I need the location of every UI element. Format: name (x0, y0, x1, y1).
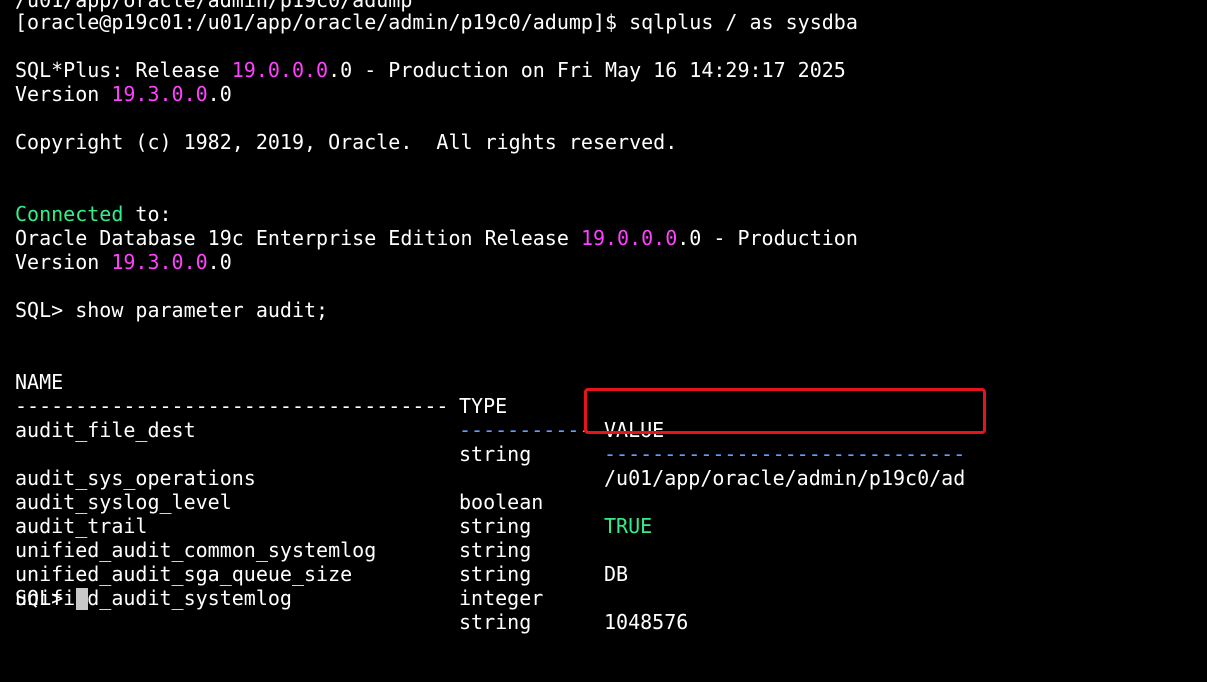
param-type: string (459, 514, 532, 538)
result-separator-row: ------------------------------------ ---… (15, 370, 965, 466)
terminal-window[interactable]: /u01/app/oracle/admin/p19c0/ad ump [oracl… (0, 0, 1207, 634)
param-value: /u01/app/oracle/admin/p19c0/ad (604, 466, 966, 490)
connected-keyword: Connected (15, 202, 124, 226)
connected-rest: to: (123, 202, 172, 226)
param-value: 1048576 (604, 610, 689, 634)
database-edition-line: Oracle Database 19c Enterprise Edition R… (15, 226, 858, 250)
db-release-number: 19.0.0.0 (580, 226, 678, 250)
param-type: integer (459, 586, 544, 610)
banner-suffix: .0 - Production on Fri May 16 14:29:17 2… (328, 58, 846, 82)
version-label: Version (15, 82, 112, 106)
sqlplus-banner: SQL*Plus: Release 19.0.0.0.0 - Productio… (15, 58, 846, 82)
separator-type: ----------- (459, 418, 592, 442)
header-type: TYPE (459, 394, 508, 418)
connected-line: Connected to: (15, 202, 172, 226)
banner-text: SQL*Plus: Release (15, 58, 232, 82)
param-value: TRUE (604, 514, 653, 538)
db-text: Oracle Database 19c Enterprise Edition R… (15, 226, 581, 250)
text-cursor[interactable] (76, 587, 89, 610)
database-version-line: Version 19.3.0.0.0 (15, 250, 232, 274)
table-row: unified_audit_systemlog string (15, 562, 531, 634)
separator-value: ------------------------------ (604, 442, 966, 466)
db-version-suffix: .0 (207, 250, 232, 274)
separator-name: ------------------------------------ (15, 394, 449, 418)
table-row: audit_sys_operations boolean TRUE (15, 442, 652, 538)
sql-prompt-line[interactable]: SQL> (15, 586, 89, 610)
sqlplus-version: Version 19.3.0.0.0 (15, 82, 232, 106)
table-row: audit_trail string DB (15, 490, 628, 586)
annotation-highlight-box (584, 388, 986, 434)
param-type: string (459, 610, 532, 634)
version-suffix: .0 (207, 82, 232, 106)
copyright-line: Copyright (c) 1982, 2019, Oracle. All ri… (15, 130, 678, 154)
table-row: audit_syslog_level string (15, 466, 531, 538)
table-row: unified_audit_common_systemlog string (15, 514, 531, 586)
param-type: string (459, 562, 532, 586)
db-version-number: 19.3.0.0 (111, 250, 208, 274)
table-row: audit_file_dest string /u01/app/oracle/a… (15, 394, 965, 490)
release-number: 19.0.0.0 (231, 58, 329, 82)
param-type: string (459, 538, 532, 562)
param-name: unified_audit_sga_queue_size (15, 562, 353, 586)
sql-query-line: SQL> show parameter audit; (15, 298, 329, 322)
sql-prompt: SQL> (15, 586, 76, 610)
shell-prompt-command: [oracle@p19c01:/u01/app/oracle/admin/p19… (15, 10, 858, 34)
version-number: 19.3.0.0 (111, 82, 208, 106)
param-name: unified_audit_common_systemlog (15, 538, 377, 562)
table-row: unified_audit_sga_queue_size integer 104… (15, 538, 688, 634)
db-suffix: .0 - Production (677, 226, 858, 250)
param-type: boolean (459, 490, 544, 514)
db-version-label: Version (15, 250, 112, 274)
param-type: string (459, 442, 532, 466)
result-header-row: NAME TYPE VALUE (15, 346, 664, 442)
table-row-wrap: ump (15, 418, 63, 432)
param-value: DB (604, 562, 629, 586)
